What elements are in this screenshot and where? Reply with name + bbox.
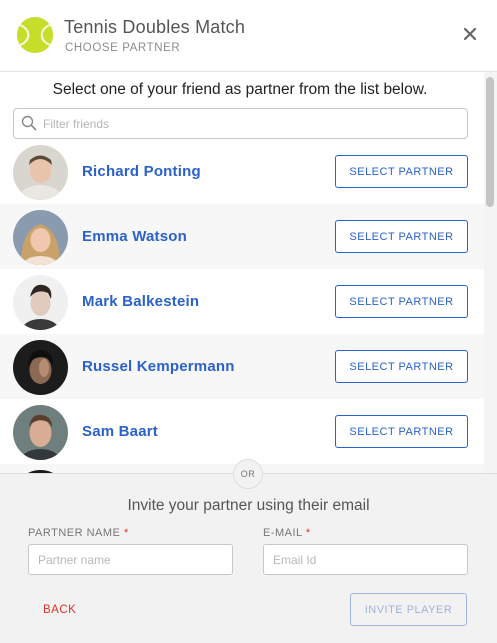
partner-name-input[interactable]: [28, 544, 233, 575]
avatar: [13, 210, 68, 265]
partner-name-label-text: PARTNER NAME: [28, 527, 121, 539]
invite-player-button[interactable]: INVITE PLAYER: [350, 593, 467, 626]
select-partner-button[interactable]: SELECT PARTNER: [335, 350, 468, 383]
email-label-text: E-MAIL: [263, 527, 303, 539]
avatar: [13, 340, 68, 395]
header: Tennis Doubles Match CHOOSE PARTNER: [0, 0, 497, 72]
invite-title: Invite your partner using their email: [127, 497, 370, 514]
friend-name[interactable]: Russel Kempermann: [82, 358, 235, 375]
filter-input[interactable]: [43, 114, 453, 134]
friend-name[interactable]: Richard Ponting: [82, 163, 201, 180]
close-button[interactable]: [460, 24, 480, 44]
friend-name[interactable]: Emma Watson: [82, 228, 187, 245]
list-item: Russel Kempermann SELECT PARTNER: [0, 334, 484, 399]
select-partner-button[interactable]: SELECT PARTNER: [335, 285, 468, 318]
avatar: [13, 145, 68, 200]
tennis-ball-icon: [17, 17, 53, 53]
email-label: E-MAIL *: [263, 527, 311, 539]
scrollbar-thumb[interactable]: [486, 77, 494, 207]
filter-box: [13, 108, 468, 139]
friend-name[interactable]: Sam Baart: [82, 423, 158, 440]
search-icon: [21, 115, 37, 131]
partner-name-label: PARTNER NAME *: [28, 527, 129, 539]
scrollbar[interactable]: [484, 72, 497, 473]
list-item: Sam Baart SELECT PARTNER: [0, 399, 484, 464]
required-marker: *: [123, 527, 129, 539]
list-item: Emma Watson SELECT PARTNER: [0, 204, 484, 269]
avatar: [13, 405, 68, 460]
email-input[interactable]: [263, 544, 468, 575]
avatar: [13, 275, 68, 330]
list-item: Mark Balkestein SELECT PARTNER: [0, 269, 484, 334]
friend-name[interactable]: Mark Balkestein: [82, 293, 199, 310]
page-title: Tennis Doubles Match: [64, 17, 246, 37]
instruction-text: Select one of your friend as partner fro…: [52, 81, 428, 98]
friends-list: Richard Ponting SELECT PARTNER Emma Wats…: [0, 139, 484, 473]
page-subtitle: CHOOSE PARTNER: [65, 42, 181, 54]
required-marker: *: [305, 527, 311, 539]
back-button[interactable]: BACK: [43, 604, 76, 616]
select-partner-button[interactable]: SELECT PARTNER: [335, 415, 468, 448]
list-item: Richard Ponting SELECT PARTNER: [0, 139, 484, 204]
select-partner-button[interactable]: SELECT PARTNER: [335, 155, 468, 188]
select-partner-button[interactable]: SELECT PARTNER: [335, 220, 468, 253]
close-icon: [463, 27, 477, 41]
or-divider: OR: [233, 459, 263, 489]
